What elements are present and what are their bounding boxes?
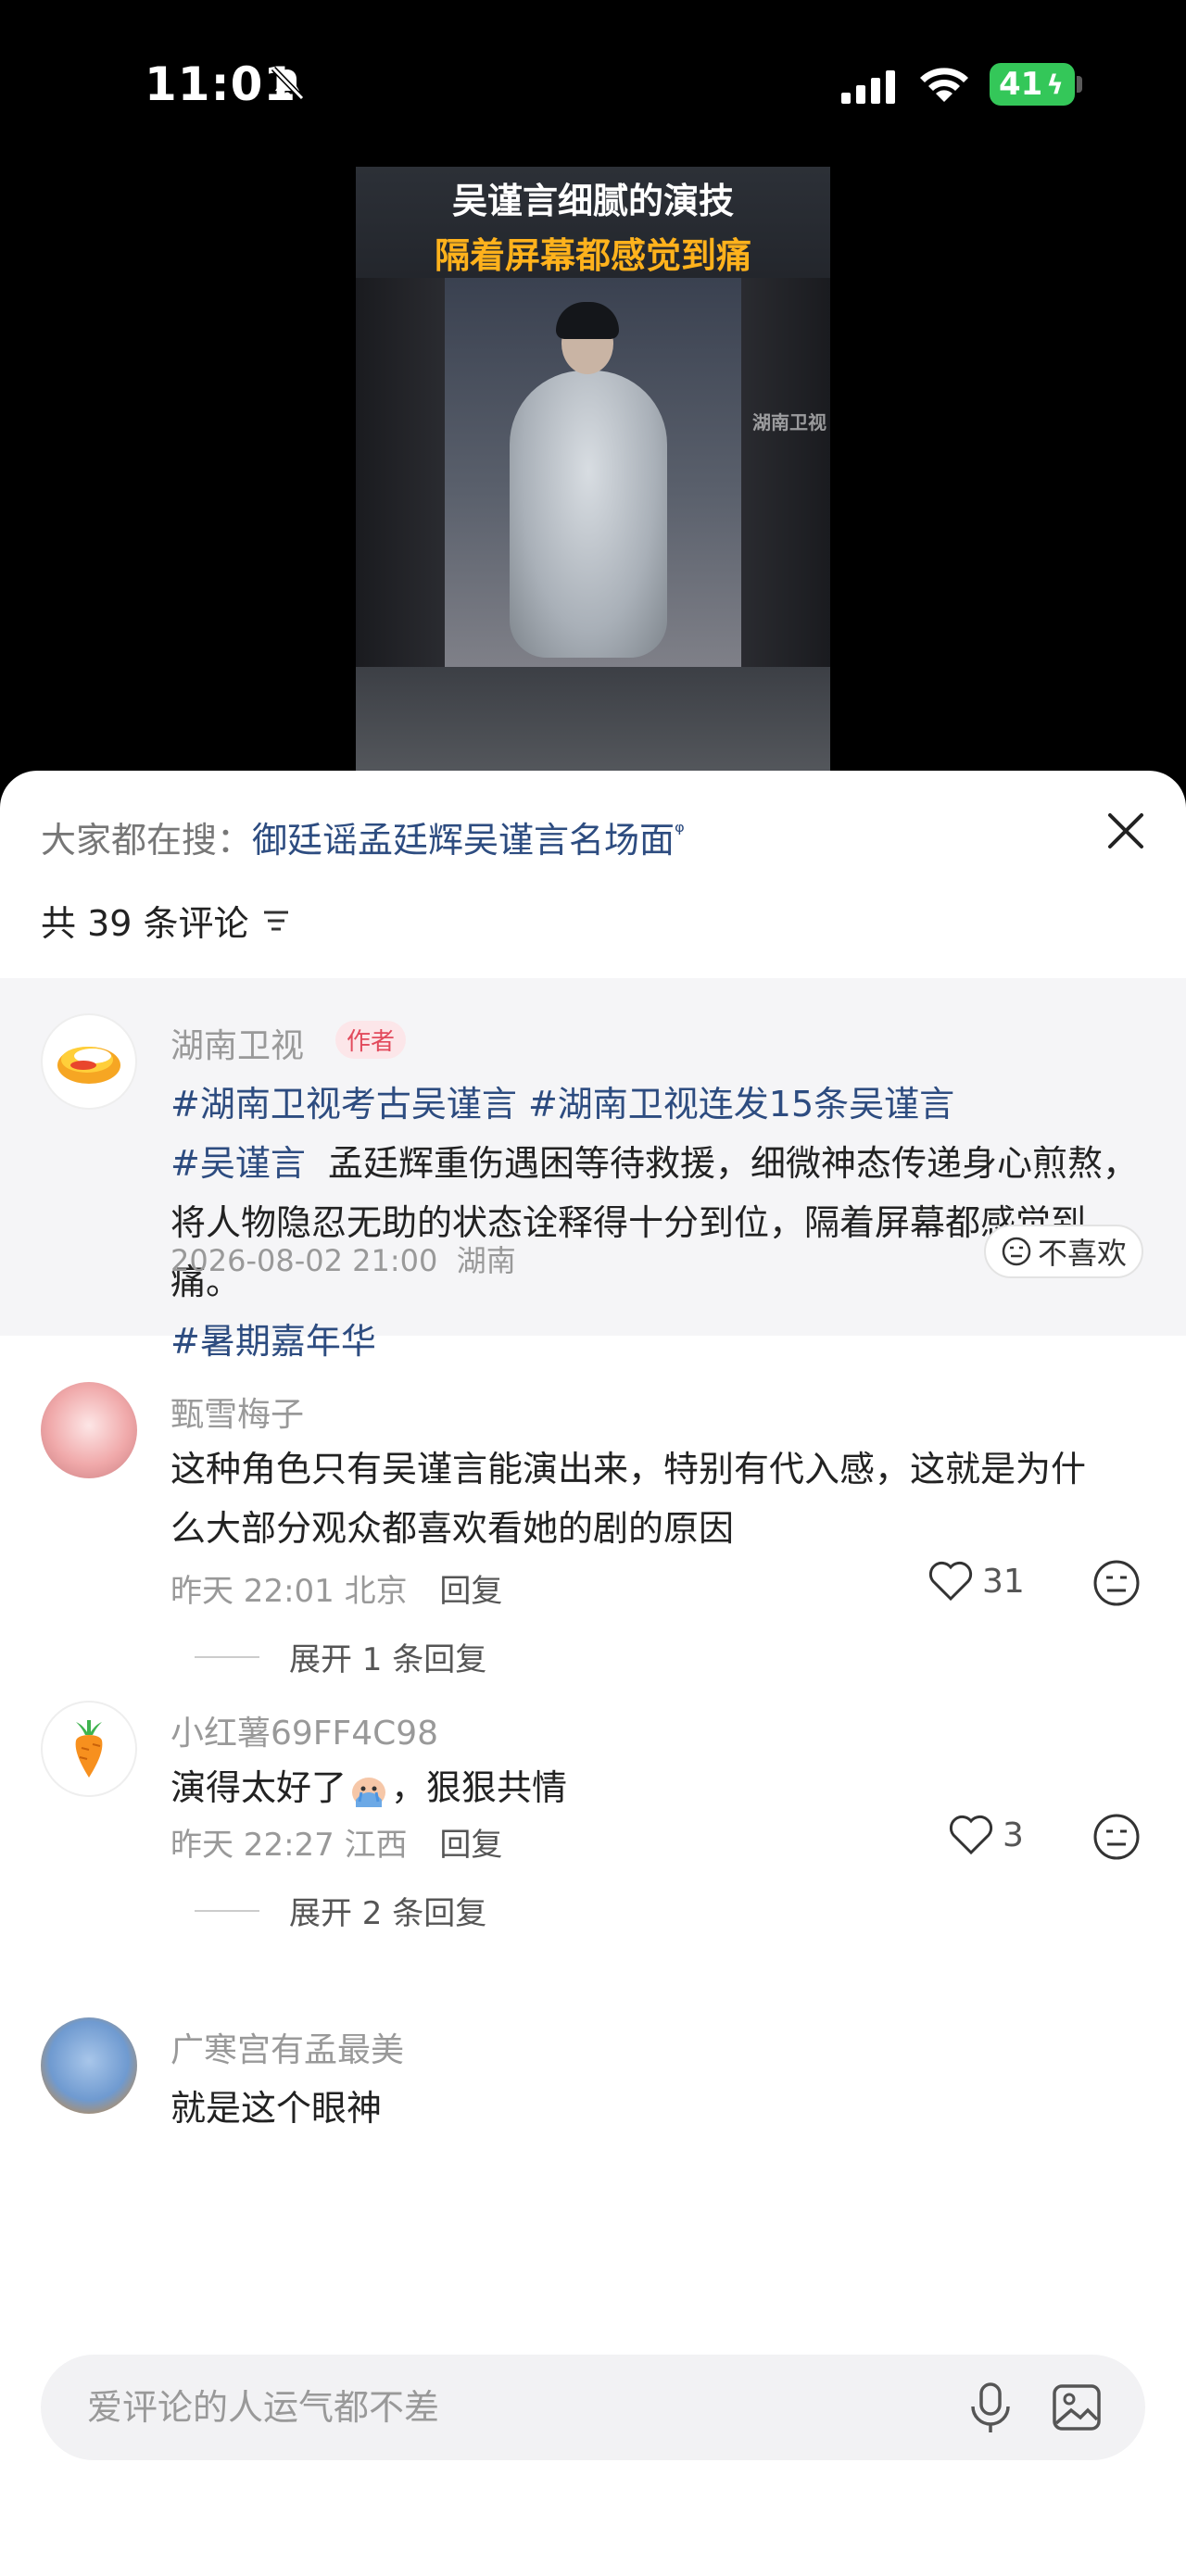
wifi-icon [920,68,968,102]
crying-emoji-icon [352,1777,386,1807]
comment-sheet: 大家都在搜：御廷谣孟廷辉吴谨言名场面ᵠ 共 39 条评论 湖南卫视 作者 #湖南… [0,771,1186,2576]
like-button[interactable]: 31 [927,1560,1025,1602]
charging-bolt-icon: ϟ [1046,69,1064,100]
commenter-name[interactable]: 甄雪梅子 [170,1388,304,1436]
heart-icon [949,1815,993,1855]
comment-text: 就是这个眼神 [170,2088,383,2127]
author-comment: 湖南卫视 作者 #湖南卫视考古吴谨言 #湖南卫视连发15条吴谨言 #吴谨言 孟廷… [0,978,1186,1362]
comment-location: 北京 [344,1573,408,1610]
reply-button[interactable]: 回复 [439,1573,502,1610]
battery-indicator: 41 ϟ [990,63,1075,106]
comment-meta: 昨天 22:01 北京 回复 [170,1565,502,1611]
author-badge: 作者 [335,1021,407,1059]
sort-icon[interactable] [262,910,290,932]
divider [195,1909,259,1912]
like-count: 3 [1003,1816,1024,1854]
bell-muted-icon [271,66,305,101]
avatar[interactable] [41,1013,137,1110]
comment-input-bar [41,2355,1145,2460]
comment-count-row[interactable]: 共 39 条评论 [41,895,290,946]
image-icon[interactable] [1051,2382,1103,2432]
video-bottom [356,667,830,778]
battery-level: 41 [999,66,1043,103]
comment-count: 共 39 条评论 [41,903,249,944]
close-icon[interactable] [1103,808,1149,854]
author-comment-text: #湖南卫视考古吴谨言 #湖南卫视连发15条吴谨言 #吴谨言 孟廷辉重伤遇困等待救… [170,1074,1153,1371]
video-scene-gate-left [356,278,445,667]
like-count: 31 [982,1562,1025,1601]
video-caption-line1: 吴谨言细腻的演技 [451,181,734,221]
dislike-label: 不喜欢 [1038,1236,1128,1271]
author-name[interactable]: 湖南卫视 [170,1019,304,1067]
expand-replies-button[interactable]: 展开 1 条回复 [195,1634,486,1679]
cellular-signal-icon [841,70,895,104]
video-caption: 吴谨言细腻的演技 隔着屏幕都感觉到痛 [356,167,830,278]
comment-location: 江西 [344,1827,408,1864]
video-figure [510,371,667,658]
commenter-name[interactable]: 广寒宫有孟最美 [170,2023,404,2071]
comment-meta: 昨天 22:27 江西 回复 [170,1819,502,1865]
search-icon: ᵠ [675,818,685,847]
neutral-face-icon [1002,1237,1031,1266]
comment-text: 这种角色只有吴谨言能演出来，特别有代入感，这就是为什么大部分观众都喜欢看她的剧的… [170,1449,1087,1549]
status-bar: 11:01 41 ϟ [0,0,1186,167]
commenter-name[interactable]: 小红薯69FF4C98 [170,1706,438,1754]
dislike-button[interactable]: 不喜欢 [984,1225,1144,1278]
expand-replies-button[interactable]: 展开 2 条回复 [195,1888,486,1933]
avatar[interactable] [41,1701,137,1797]
video-scene-gate-right [741,278,830,667]
avatar[interactable] [41,1382,137,1478]
comment-time: 昨天 22:01 [170,1573,334,1610]
video-watermark: 湖南卫视 [752,411,826,434]
heart-icon [928,1561,973,1602]
comment-text-part: ，狠狠共情 [391,1767,568,1808]
comment-time: 2026-08-02 21:00 [170,1243,438,1278]
trending-search-query[interactable]: 御廷谣孟廷辉吴谨言名场面 [252,820,675,861]
microphone-icon[interactable] [965,2381,1016,2436]
hashtag-link[interactable]: #湖南卫视连发15条吴谨言 [528,1084,954,1125]
comment-input[interactable] [87,2375,921,2440]
expand-replies-label: 展开 2 条回复 [289,1895,487,1932]
hunan-tv-logo-icon [54,1026,124,1097]
comment-text-part: 演得太好了 [170,1767,347,1808]
video-area: 吴谨言细腻的演技 隔着屏幕都感觉到痛 湖南卫视 [0,167,1186,778]
list-item: 广寒宫有孟最美 就是这个眼神 [0,2017,1186,2184]
comment-location: 湖南 [456,1243,516,1278]
trending-search-label: 大家都在搜： [41,820,253,861]
comment-time: 昨天 22:27 [170,1827,334,1864]
list-item: 甄雪梅子 这种角色只有吴谨言能演出来，特别有代入感，这就是为什么大部分观众都喜欢… [0,1382,1186,1678]
avatar[interactable] [41,2017,137,2114]
comment-text: 演得太好了 ，狠狠共情 [170,1758,1116,1817]
trending-search[interactable]: 大家都在搜：御廷谣孟廷辉吴谨言名场面ᵠ [41,811,685,862]
reply-button[interactable]: 回复 [439,1827,502,1864]
carrot-icon [75,1720,103,1778]
neutral-face-icon[interactable] [1091,1558,1142,1608]
video-player[interactable]: 吴谨言细腻的演技 隔着屏幕都感觉到痛 湖南卫视 [356,167,830,778]
list-item: 小红薯69FF4C98 演得太好了 ，狠狠共情 昨天 22:27 江西 回复 3 [0,1701,1186,1979]
battery-cap [1077,76,1082,93]
hashtag-link[interactable]: #湖南卫视考古吴谨言 [170,1084,517,1125]
video-caption-line2: 隔着屏幕都感觉到痛 [434,235,751,276]
divider [195,1655,259,1658]
neutral-face-icon[interactable] [1091,1812,1142,1862]
author-comment-meta: 2026-08-02 21:00 湖南 [170,1238,516,1280]
hashtag-link[interactable]: #暑期嘉年华 [170,1321,376,1362]
expand-replies-label: 展开 1 条回复 [289,1641,487,1678]
like-button[interactable]: 3 [947,1814,1024,1856]
hashtag-link[interactable]: #吴谨言 [170,1143,306,1184]
